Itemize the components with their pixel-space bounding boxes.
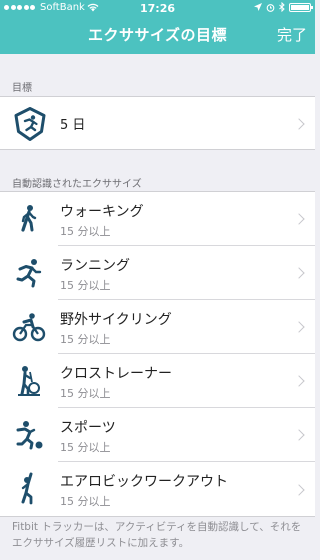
chevron-right-icon — [293, 375, 305, 387]
exercise-row-sports[interactable]: スポーツ 15 分以上 — [0, 408, 315, 462]
aerobic-icon — [21, 472, 33, 505]
chevron-right-icon — [293, 213, 305, 225]
sports-icon — [16, 421, 43, 450]
exercise-title: スポーツ — [60, 420, 116, 436]
exercise-row-elliptical[interactable]: クロストレーナー 15 分以上 — [0, 354, 315, 408]
exercise-title: ランニング — [60, 258, 130, 274]
done-button[interactable]: 完了 — [277, 24, 307, 45]
exercise-duration: 15 分以上 — [60, 387, 111, 400]
exercise-duration: 15 分以上 — [60, 495, 111, 508]
status-right — [254, 2, 313, 12]
page-title: エクササイズの目標 — [87, 26, 228, 44]
exercise-row-cycling[interactable]: 野外サイクリング 15 分以上 — [0, 300, 315, 354]
battery-icon — [289, 2, 313, 12]
exercise-duration: 15 分以上 — [60, 279, 111, 292]
alarm-icon — [266, 3, 275, 12]
exercise-title: エアロビックワークアウト — [60, 474, 228, 490]
location-arrow-icon — [254, 3, 262, 11]
exercise-duration: 15 分以上 — [60, 441, 111, 454]
chevron-right-icon — [293, 484, 305, 496]
bluetooth-icon — [279, 2, 285, 12]
exercise-duration: 15 分以上 — [60, 333, 111, 346]
auto-section-header: 自動認識されたエクササイズ — [12, 179, 142, 190]
goal-badge-icon — [14, 107, 46, 141]
exercise-row-walking[interactable]: ウォーキング 15 分以上 — [0, 192, 315, 246]
cycling-icon — [12, 313, 46, 342]
exercise-title: クロストレーナー — [60, 366, 172, 382]
chevron-right-icon — [293, 118, 305, 130]
goal-section-header: 目標 — [12, 83, 32, 94]
footer-note: Fitbit トラッカーは、アクティビティを自動認識して、それをエクササイズ履歴… — [12, 521, 302, 549]
exercise-title: ウォーキング — [60, 204, 144, 220]
goal-value: 5 日 — [60, 118, 86, 133]
chevron-right-icon — [293, 321, 305, 333]
exercise-duration: 15 分以上 — [60, 225, 111, 238]
exercise-row-running[interactable]: ランニング 15 分以上 — [0, 246, 315, 300]
running-icon — [16, 259, 42, 288]
chevron-right-icon — [293, 429, 305, 441]
exercise-list: ウォーキング 15 分以上 ランニング 15 分以上 野外サイクリング 15 分… — [0, 191, 315, 517]
chevron-right-icon — [293, 267, 305, 279]
goal-row[interactable]: 5 日 — [0, 96, 315, 150]
walking-icon — [21, 205, 37, 232]
navigation-header: SoftBank 17:26 エクササイズの目標 完了 — [0, 0, 315, 54]
exercise-title: 野外サイクリング — [60, 312, 172, 328]
exercise-row-aerobic[interactable]: エアロビックワークアウト 15 分以上 — [0, 462, 315, 518]
elliptical-icon — [18, 366, 40, 396]
status-bar: SoftBank 17:26 — [0, 0, 315, 18]
